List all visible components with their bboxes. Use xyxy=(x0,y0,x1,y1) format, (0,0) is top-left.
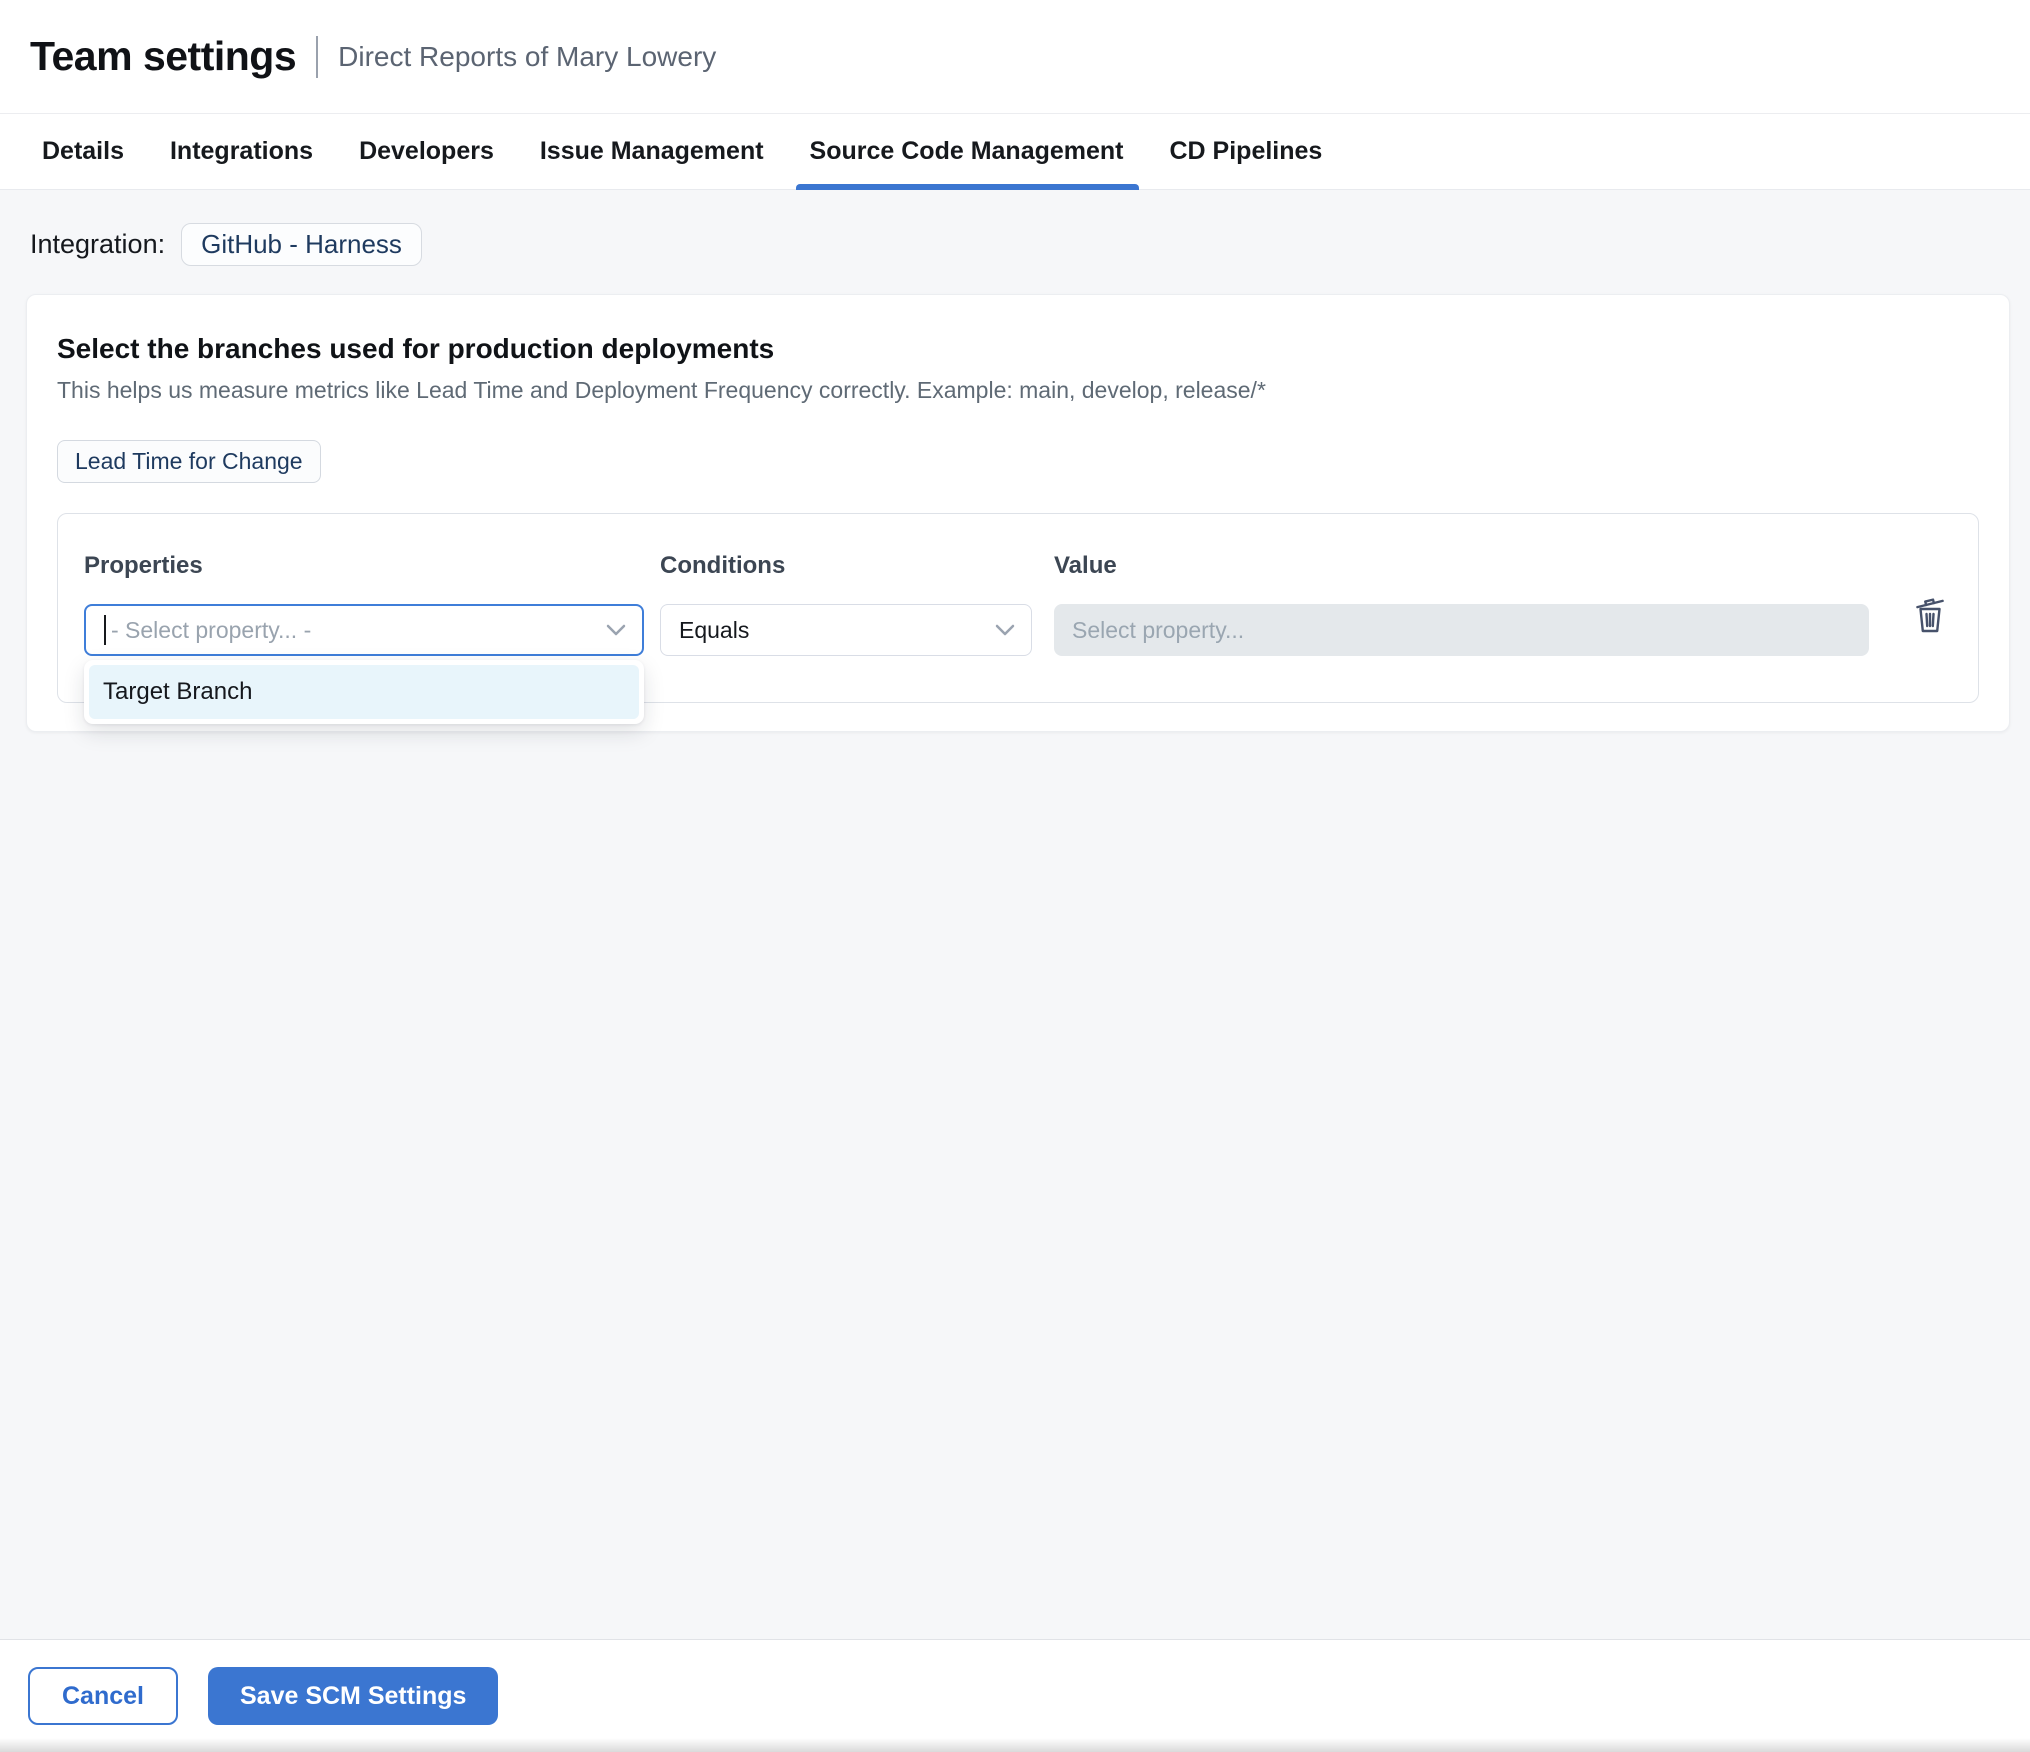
bottom-fade xyxy=(0,1738,2030,1752)
card-description: This helps us measure metrics like Lead … xyxy=(57,377,1266,403)
properties-column-header: Properties xyxy=(84,552,203,579)
footer-bar: Cancel Save SCM Settings xyxy=(0,1639,2030,1752)
branch-rule-panel: Properties - Select property... - Target… xyxy=(57,513,1979,724)
team-settings-page: Team settings Direct Reports of Mary Low… xyxy=(0,0,2030,1752)
property-select-placeholder: - Select property... - xyxy=(111,616,312,643)
tab-issue-management[interactable]: Issue Management xyxy=(540,114,764,189)
tab-bar: Details Integrations Developers Issue Ma… xyxy=(0,113,2030,190)
trash-icon xyxy=(1912,593,1948,640)
condition-select-value: Equals xyxy=(679,616,750,643)
value-column-header: Value xyxy=(1054,552,1117,579)
content-area: Integration: GitHub - Harness Select the… xyxy=(0,190,2030,1639)
page-header: Team settings Direct Reports of Mary Low… xyxy=(0,0,2030,113)
cancel-button[interactable]: Cancel xyxy=(28,1667,178,1725)
card-title: Select the branches used for production … xyxy=(57,333,775,364)
tab-developers[interactable]: Developers xyxy=(359,114,494,189)
value-column: Value xyxy=(1054,552,1869,656)
dropdown-option-target-branch[interactable]: Target Branch xyxy=(89,665,639,719)
conditions-column: Conditions Equals xyxy=(660,552,1032,656)
tab-integrations[interactable]: Integrations xyxy=(170,114,313,189)
lead-time-badge[interactable]: Lead Time for Change xyxy=(57,440,321,483)
conditions-column-header: Conditions xyxy=(660,552,786,579)
integration-chip[interactable]: GitHub - Harness xyxy=(181,223,422,266)
condition-select[interactable]: Equals xyxy=(660,604,1032,656)
text-caret xyxy=(104,615,106,645)
delete-rule-button[interactable] xyxy=(1908,589,1952,644)
chevron-down-icon xyxy=(606,624,626,636)
tab-source-code-management[interactable]: Source Code Management xyxy=(795,114,1139,190)
save-scm-settings-button[interactable]: Save SCM Settings xyxy=(208,1667,499,1725)
integration-label: Integration: xyxy=(30,229,166,259)
page-subtitle: Direct Reports of Mary Lowery xyxy=(338,40,717,72)
page-title: Team settings xyxy=(30,33,297,79)
chevron-down-icon xyxy=(995,624,1015,636)
scm-settings-card: Select the branches used for production … xyxy=(26,294,2010,732)
properties-column: Properties - Select property... - Target… xyxy=(84,552,644,724)
title-separator xyxy=(316,35,319,78)
tab-details[interactable]: Details xyxy=(42,114,124,189)
property-dropdown-menu: Target Branch xyxy=(84,660,644,724)
property-select[interactable]: - Select property... - Target Branch xyxy=(84,604,644,724)
tab-cd-pipelines[interactable]: CD Pipelines xyxy=(1170,114,1323,189)
value-input[interactable] xyxy=(1054,604,1869,656)
integration-row: Integration: GitHub - Harness xyxy=(30,223,2000,266)
